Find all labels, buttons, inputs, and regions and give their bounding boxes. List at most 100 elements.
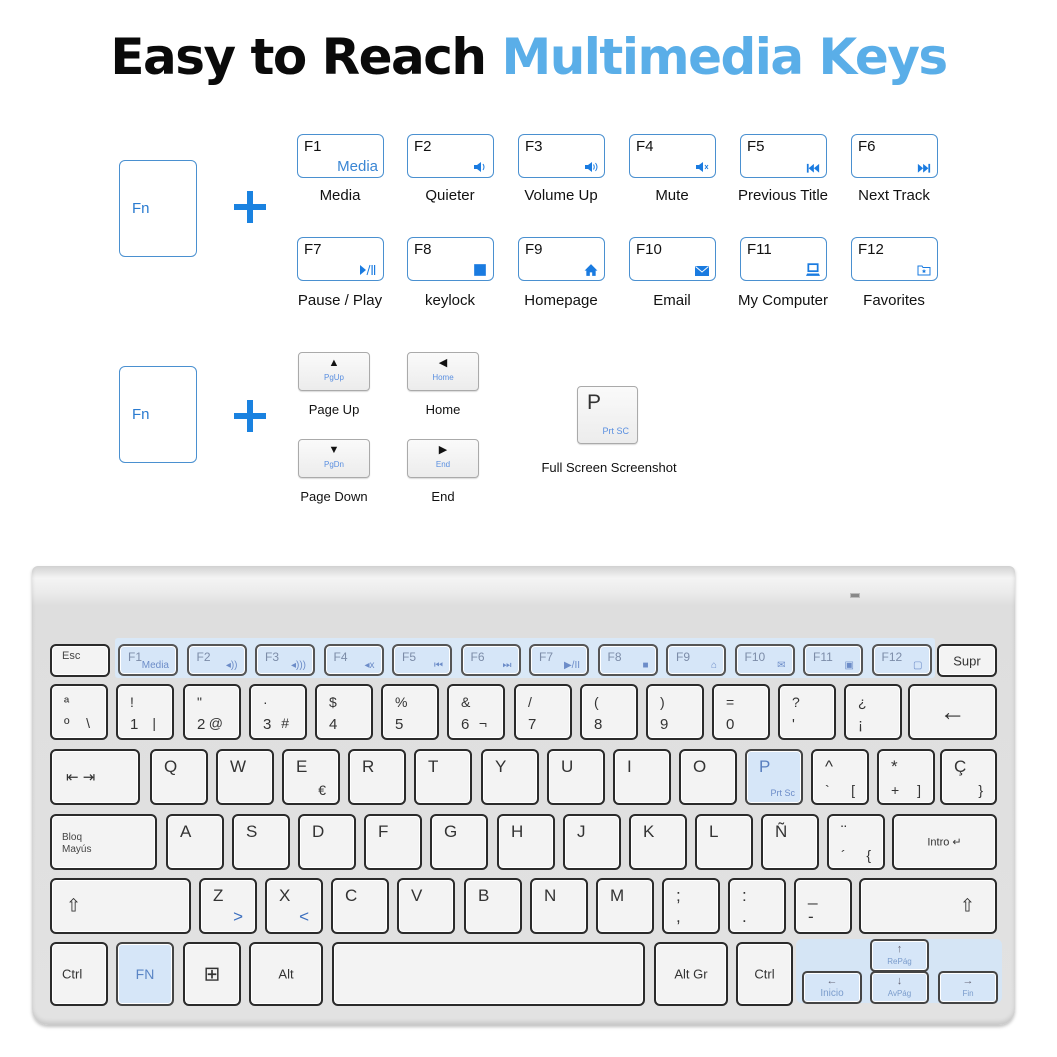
key-9[interactable]: ) 9 bbox=[646, 684, 704, 740]
end-key[interactable]: → Fin bbox=[938, 971, 998, 1004]
legend-nav-key: ▶ End bbox=[407, 439, 479, 478]
key-g[interactable]: G bbox=[430, 814, 488, 870]
key-z[interactable]: Z > bbox=[199, 878, 257, 934]
esc-key[interactable]: Esc bbox=[50, 644, 110, 677]
key-x[interactable]: X < bbox=[265, 878, 323, 934]
key-f[interactable]: F bbox=[364, 814, 422, 870]
key-3[interactable]: · 3 # bbox=[249, 684, 307, 740]
left-alt-key[interactable]: Alt bbox=[249, 942, 323, 1006]
key-;[interactable]: ;, bbox=[662, 878, 720, 934]
key-shift-char: & bbox=[461, 694, 471, 710]
key-v[interactable]: V bbox=[397, 878, 455, 934]
key-main-char: C bbox=[345, 886, 358, 905]
legend-key-f8: F8 bbox=[407, 237, 494, 281]
key-1[interactable]: ! 1 | bbox=[116, 684, 174, 740]
windows-key[interactable]: ⊞ bbox=[183, 942, 241, 1006]
backspace-key[interactable]: ← bbox=[908, 684, 997, 740]
key-k[interactable]: K bbox=[629, 814, 687, 870]
function-key-f10[interactable]: F10 ✉ bbox=[734, 644, 795, 676]
altgr-key[interactable]: Alt Gr bbox=[654, 942, 728, 1006]
key-6[interactable]: & 6 ¬ bbox=[447, 684, 505, 740]
page-down-key[interactable]: ↓ AvPág bbox=[870, 971, 929, 1004]
legend-key-name: F1 bbox=[304, 138, 322, 155]
fkey-name: F12 bbox=[881, 650, 903, 664]
key-n[interactable]: N bbox=[530, 878, 588, 934]
key-c[interactable]: C bbox=[331, 878, 389, 934]
right-shift-key[interactable]: ⇧ bbox=[859, 878, 997, 934]
function-key-f12[interactable]: F12 ▢ bbox=[871, 644, 932, 676]
legend-key-name: F9 bbox=[525, 241, 543, 258]
key-main-char: I bbox=[627, 757, 632, 776]
key-altgr-char: < bbox=[299, 907, 309, 926]
key-5[interactable]: % 5 bbox=[381, 684, 439, 740]
page-up-key[interactable]: ↑ RePág bbox=[870, 939, 929, 972]
function-key-f6[interactable]: F6 ⏭ bbox=[460, 644, 521, 676]
key-7[interactable]: /7 bbox=[514, 684, 572, 740]
caps-lock-key[interactable]: Bloq Mayús bbox=[50, 814, 157, 870]
left-ctrl-key[interactable]: Ctrl bbox=[50, 942, 108, 1006]
arrow-icon: ▲ bbox=[328, 357, 340, 369]
key-2[interactable]: " 2 @ bbox=[183, 684, 241, 740]
key-main-char: N bbox=[544, 886, 557, 905]
function-key-f4[interactable]: F4 ◂x bbox=[323, 644, 384, 676]
key-main-char: Z bbox=[213, 886, 224, 905]
supr-key[interactable]: Supr bbox=[937, 644, 997, 677]
fn-label: FN bbox=[135, 966, 155, 982]
function-key-f1[interactable]: F1 Media bbox=[118, 644, 178, 676]
key-m[interactable]: M bbox=[596, 878, 654, 934]
key-t[interactable]: T bbox=[414, 749, 472, 805]
key-main-char: 9 bbox=[660, 716, 669, 733]
key-¡[interactable]: ¿ ¡ bbox=[844, 684, 902, 740]
home-key[interactable]: ← Inicio bbox=[802, 971, 862, 1004]
key-ç[interactable]: Ç} bbox=[940, 749, 997, 805]
function-key-f9[interactable]: F9 ⌂ bbox=[666, 644, 726, 676]
right-ctrl-key[interactable]: Ctrl bbox=[736, 942, 793, 1006]
key-0[interactable]: = 0 bbox=[712, 684, 770, 740]
fkey-name: F4 bbox=[333, 650, 348, 664]
key-'[interactable]: ? ' bbox=[778, 684, 836, 740]
key-h[interactable]: H bbox=[497, 814, 555, 870]
function-key-f2[interactable]: F2 ◂)) bbox=[186, 644, 247, 676]
caps-label-line2: Mayús bbox=[62, 844, 92, 855]
legend-caption: Page Down bbox=[300, 489, 368, 504]
media-label: Media bbox=[337, 158, 378, 175]
key-8[interactable]: (8 bbox=[580, 684, 638, 740]
space-bar[interactable] bbox=[332, 942, 645, 1006]
function-key-f3[interactable]: F3 ◂))) bbox=[255, 644, 315, 676]
function-key-f8[interactable]: F8 ■ bbox=[597, 644, 658, 676]
key-e[interactable]: E € bbox=[282, 749, 340, 805]
key-b[interactable]: B bbox=[464, 878, 522, 934]
key-main-char: º bbox=[64, 716, 70, 733]
key-a[interactable]: A bbox=[166, 814, 224, 870]
fn-key[interactable]: FN bbox=[116, 942, 174, 1006]
key-p[interactable]: P Prt Sc bbox=[745, 749, 803, 805]
key-d[interactable]: D bbox=[298, 814, 356, 870]
key-l[interactable]: L bbox=[695, 814, 753, 870]
key-4[interactable]: $4 bbox=[315, 684, 373, 740]
key-º[interactable]: ª º \ bbox=[50, 684, 108, 740]
key-*[interactable]: * +] bbox=[877, 749, 935, 805]
function-key-f5[interactable]: F5 ⏮ bbox=[392, 644, 452, 676]
key-:[interactable]: :. bbox=[728, 878, 786, 934]
key-j[interactable]: J bbox=[563, 814, 621, 870]
key-w[interactable]: W bbox=[216, 749, 274, 805]
key-_[interactable]: _ - bbox=[794, 878, 852, 934]
function-key-f11[interactable]: F11 ▣ bbox=[803, 644, 863, 676]
key-o[interactable]: O bbox=[679, 749, 737, 805]
function-key-f7[interactable]: F7 ▶/II bbox=[529, 644, 589, 676]
previous-track-icon bbox=[806, 160, 820, 173]
enter-key[interactable]: Intro ↵ bbox=[892, 814, 997, 870]
key-r[interactable]: R bbox=[348, 749, 406, 805]
arrow-icon: ← bbox=[826, 975, 838, 987]
key-u[interactable]: U bbox=[547, 749, 605, 805]
key-main-char: B bbox=[478, 886, 490, 905]
key-q[interactable]: Q bbox=[150, 749, 208, 805]
key-^[interactable]: ^ ` [ bbox=[811, 749, 869, 805]
key-ñ[interactable]: Ñ bbox=[761, 814, 819, 870]
key-i[interactable]: I bbox=[613, 749, 671, 805]
left-shift-key[interactable]: ⇧ bbox=[50, 878, 191, 934]
tab-key[interactable]: ⇤ ⇥ bbox=[50, 749, 140, 805]
key-y[interactable]: Y bbox=[481, 749, 539, 805]
key-¨[interactable]: ¨ ´ { bbox=[827, 814, 885, 870]
key-s[interactable]: S bbox=[232, 814, 290, 870]
